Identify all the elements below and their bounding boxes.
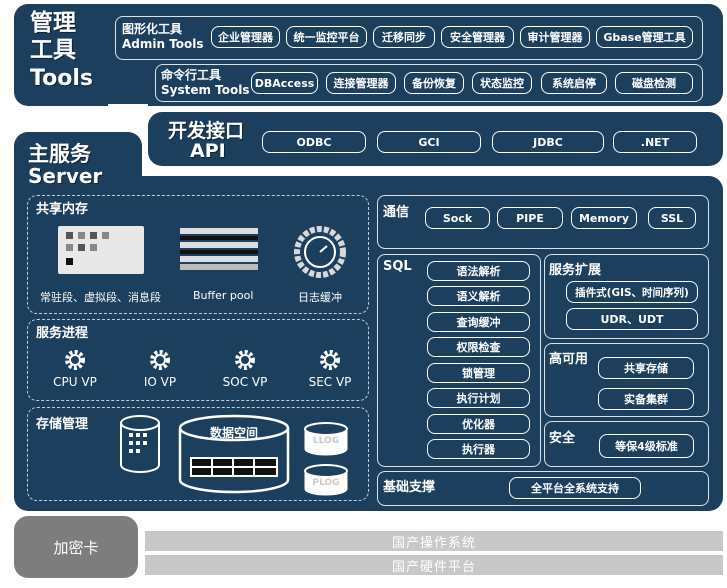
ha-title: 高可用: [549, 352, 589, 367]
crypto-card: 加密卡: [14, 516, 138, 578]
tool-connection-manager[interactable]: 连接管理器: [326, 72, 396, 94]
comm-ssl[interactable]: SSL: [648, 207, 696, 229]
ext-udr-udt[interactable]: UDR、UDT: [566, 308, 698, 330]
tool-system-startstop[interactable]: 系统启停: [541, 72, 607, 94]
server-title-en: Server: [28, 164, 103, 188]
comm-memory[interactable]: Memory: [571, 207, 637, 229]
buffer-pool-icon: [180, 228, 258, 272]
sec-vp-label: SEC VP: [308, 375, 352, 389]
log-buffer-icon: [294, 226, 346, 278]
cli-tools-label-cn: 命令行工具: [161, 68, 222, 82]
sec-vp-gear-icon: [318, 348, 342, 372]
api-odbc[interactable]: ODBC: [262, 131, 366, 153]
api-title-en: API: [190, 140, 226, 162]
comm-title: 通信: [383, 205, 410, 220]
tool-gbase-admin[interactable]: Gbase管理工具: [596, 26, 693, 48]
api-jdbc[interactable]: JDBC: [492, 131, 604, 153]
segments-icon: [58, 226, 144, 274]
soc-vp-gear-icon: [233, 348, 257, 372]
domestic-hw-bar: 国产硬件平台: [145, 555, 723, 575]
shared-memory-title: 共享内存: [36, 202, 89, 217]
cli-tools-label-en: System Tools: [161, 83, 250, 97]
sql-lock-manager[interactable]: 锁管理: [427, 363, 530, 383]
api-gci[interactable]: GCI: [377, 131, 481, 153]
segments-label: 常驻段、虚拟段、消息段: [40, 291, 161, 304]
sql-executor[interactable]: 执行器: [427, 439, 530, 459]
comm-sock[interactable]: Sock: [425, 207, 490, 229]
security-title: 安全: [549, 431, 576, 446]
buffer-pool-label: Buffer pool: [193, 289, 254, 302]
domestic-os-bar: 国产操作系统: [145, 531, 723, 551]
io-vp-gear-icon: [148, 348, 172, 372]
tool-migration-sync[interactable]: 迁移同步: [373, 26, 435, 48]
tool-disk-check[interactable]: 磁盘检测: [615, 72, 693, 94]
ha-shared-storage[interactable]: 共享存储: [598, 357, 694, 379]
soc-vp-label: SOC VP: [222, 375, 268, 389]
gui-tools-label-cn: 图形化工具: [122, 22, 183, 36]
tool-backup-restore[interactable]: 备份恢复: [404, 72, 464, 94]
tool-audit-manager[interactable]: 审计管理器: [520, 26, 590, 48]
io-vp-label: IO VP: [143, 375, 177, 389]
sql-permission-check[interactable]: 权限检查: [427, 337, 530, 357]
api-dotnet[interactable]: .NET: [613, 131, 697, 153]
api-title-cn: 开发接口: [168, 120, 245, 142]
processes-title: 服务进程: [36, 326, 89, 341]
log-buffer-label: 日志缓冲: [298, 291, 342, 304]
sql-syntax-parse[interactable]: 语法解析: [427, 261, 530, 281]
tool-unified-monitor[interactable]: 统一监控平台: [286, 26, 367, 48]
plog-label: PLOG: [312, 478, 340, 488]
tools-title-cn: 管理 工具: [30, 10, 76, 63]
sql-query-cache[interactable]: 查询缓冲: [427, 312, 530, 332]
cpu-vp-label: CPU VP: [53, 375, 97, 389]
sql-title: SQL: [383, 259, 412, 274]
foundation-all-platform[interactable]: 全平台全系统支持: [509, 477, 641, 499]
tool-security-manager[interactable]: 安全管理器: [441, 26, 514, 48]
sql-execution-plan[interactable]: 执行计划: [427, 388, 530, 408]
cpu-vp-gear-icon: [63, 348, 87, 372]
tools-notch: [108, 104, 148, 112]
tool-dbaccess[interactable]: DBAccess: [251, 72, 318, 94]
tool-status-monitor[interactable]: 状态监控: [472, 72, 532, 94]
sql-semantic-parse[interactable]: 语义解析: [427, 286, 530, 306]
ha-standby-cluster[interactable]: 实备集群: [598, 388, 694, 410]
storage-title: 存储管理: [36, 417, 89, 432]
database-cylinder-icon: [120, 415, 160, 473]
extension-title: 服务扩展: [549, 263, 602, 278]
llog-label: LLOG: [312, 436, 340, 446]
comm-pipe[interactable]: PIPE: [497, 207, 563, 229]
gui-tools-label-en: Admin Tools: [122, 37, 204, 51]
foundation-title: 基础支撑: [383, 480, 436, 495]
ext-plugin[interactable]: 插件式(GIS、时间序列): [566, 281, 698, 303]
data-space-label: 数据空间: [209, 426, 258, 440]
tools-title-en: Tools: [30, 66, 93, 91]
tool-enterprise-manager[interactable]: 企业管理器: [211, 26, 280, 48]
security-level4[interactable]: 等保4级标准: [599, 434, 694, 458]
sql-optimizer[interactable]: 优化器: [427, 414, 530, 434]
